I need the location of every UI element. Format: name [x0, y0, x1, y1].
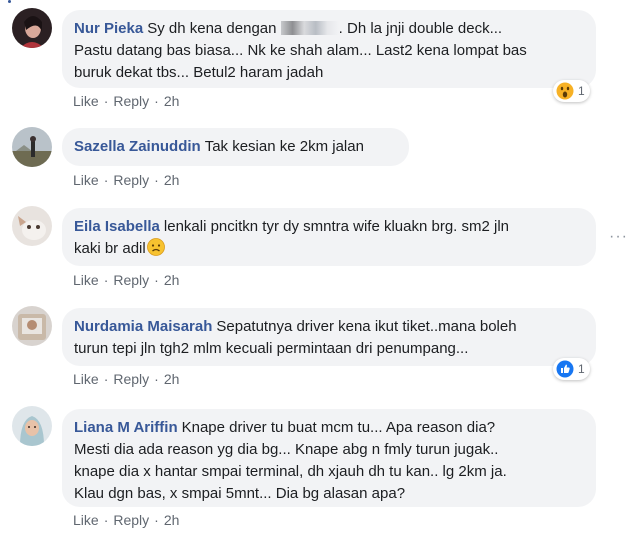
- comment-text: knape dia x hantar smpai terminal, dh xj…: [74, 463, 507, 480]
- worried-emoji-icon: [146, 238, 165, 256]
- comment-text: Knape driver tu buat mcm tu... Apa reaso…: [181, 419, 496, 436]
- reply-link[interactable]: Reply: [113, 172, 149, 188]
- separator: ·: [103, 512, 109, 528]
- reaction-count: 1: [578, 84, 585, 98]
- separator: ·: [103, 172, 109, 188]
- avatar[interactable]: [12, 127, 52, 167]
- wow-emoji-icon: [556, 82, 574, 100]
- scroll-indicator: [8, 0, 11, 3]
- reaction-badge[interactable]: 1: [553, 80, 590, 102]
- more-options-icon[interactable]: ···: [609, 228, 628, 246]
- comment-text: Pastu datang bas biasa... Nk ke shah ala…: [74, 42, 527, 59]
- comment-text: turun tepi jln tgh2 mlm kecuali perminta…: [74, 340, 469, 357]
- comment-text: . Dh la jnji double deck...: [338, 20, 503, 37]
- avatar[interactable]: [12, 406, 52, 446]
- comment-actions: Like · Reply · 2h: [73, 512, 179, 528]
- separator: ·: [103, 272, 109, 288]
- comment-text: Mesti dia ada reason yg dia bg... Knape …: [74, 441, 499, 458]
- comment-author[interactable]: Nur Pieka: [74, 20, 143, 37]
- comment-bubble: Eila Isabella lenkali pncitkn tyr dy smnt…: [62, 208, 596, 266]
- separator: ·: [154, 371, 159, 387]
- comment-bubble: Nur Pieka Sy dh kena dengan . Dh la jnji …: [62, 10, 596, 88]
- comment-actions: Like · Reply · 2h: [73, 272, 179, 288]
- reply-link[interactable]: Reply: [113, 371, 149, 387]
- separator: ·: [154, 93, 159, 109]
- comment-bubble: Liana M Ariffin Knape driver tu buat mcm …: [62, 409, 596, 507]
- comment-text: Sy dh kena dengan: [147, 20, 277, 37]
- comment-bubble: Nurdamia Maisarah Sepatutnya driver kena …: [62, 308, 596, 366]
- comment-author[interactable]: Sazella Zainuddin: [74, 138, 201, 155]
- comment-timestamp[interactable]: 2h: [164, 93, 180, 109]
- separator: ·: [154, 272, 159, 288]
- separator: ·: [154, 172, 159, 188]
- comment-author[interactable]: Nurdamia Maisarah: [74, 318, 212, 335]
- like-link[interactable]: Like: [73, 272, 99, 288]
- avatar[interactable]: [12, 206, 52, 246]
- comment-text: Klau dgn bas, x smpai 5mnt... Dia bg ala…: [74, 485, 406, 502]
- comment-author[interactable]: Eila Isabella: [74, 218, 160, 235]
- comment-bubble: Sazella Zainuddin Tak kesian ke 2km jalan: [62, 128, 409, 166]
- separator: ·: [103, 93, 109, 109]
- reply-link[interactable]: Reply: [113, 512, 149, 528]
- comment-timestamp[interactable]: 2h: [164, 371, 180, 387]
- reply-link[interactable]: Reply: [113, 272, 149, 288]
- comment-text: Sepatutnya driver kena ikut tiket..mana …: [216, 318, 517, 335]
- like-link[interactable]: Like: [73, 172, 99, 188]
- comment-text: Tak kesian ke 2km jalan: [204, 138, 364, 155]
- comment-timestamp[interactable]: 2h: [164, 272, 180, 288]
- comment-author[interactable]: Liana M Ariffin: [74, 419, 178, 436]
- comment-timestamp[interactable]: 2h: [164, 512, 180, 528]
- reply-link[interactable]: Reply: [113, 93, 149, 109]
- censored-text: [280, 21, 339, 35]
- comment-text: kaki br adil: [74, 240, 146, 257]
- like-link[interactable]: Like: [73, 93, 99, 109]
- like-link[interactable]: Like: [73, 371, 99, 387]
- avatar[interactable]: [12, 8, 52, 48]
- comment-text: buruk dekat tbs... Betul2 haram jadah: [74, 64, 324, 81]
- reaction-count: 1: [578, 362, 585, 376]
- comment-actions: Like · Reply · 2h: [73, 371, 179, 387]
- comment-text: lenkali pncitkn tyr dy smntra wife kluak…: [163, 218, 510, 235]
- separator: ·: [103, 371, 109, 387]
- comment-actions: Like · Reply · 2h: [73, 172, 179, 188]
- reaction-badge[interactable]: 1: [553, 358, 590, 380]
- comment-timestamp[interactable]: 2h: [164, 172, 180, 188]
- separator: ·: [154, 512, 159, 528]
- thumbs-up-icon: [556, 360, 574, 378]
- like-link[interactable]: Like: [73, 512, 99, 528]
- comment-actions: Like · Reply · 2h: [73, 93, 179, 109]
- avatar[interactable]: [12, 306, 52, 346]
